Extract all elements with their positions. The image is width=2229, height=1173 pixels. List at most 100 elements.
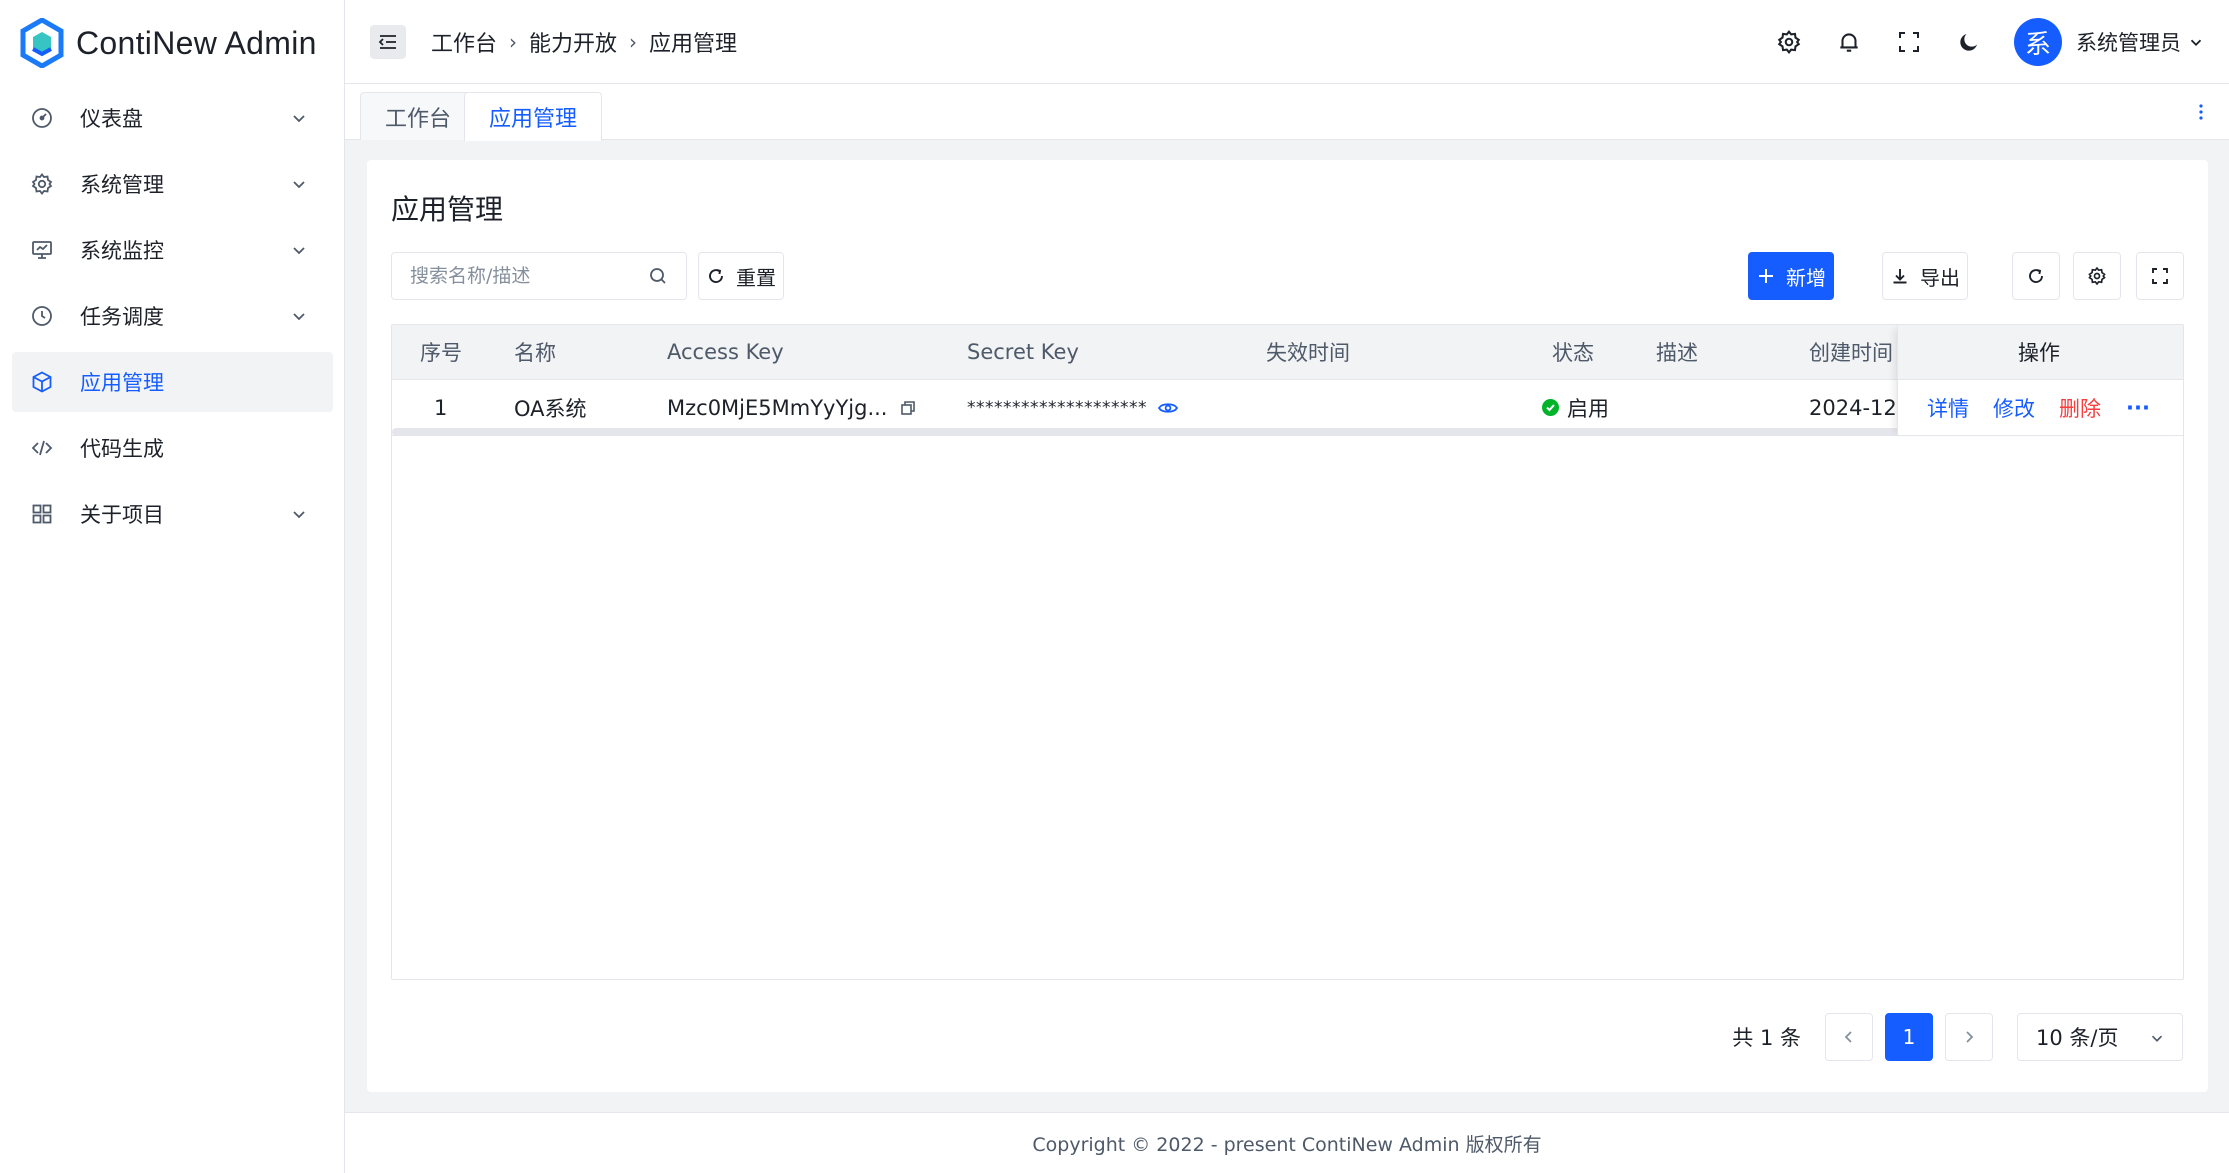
column-header-secret-key: Secret Key — [967, 340, 1079, 364]
column-header-name: 名称 — [514, 341, 556, 365]
breadcrumb-item[interactable]: 工作台 — [431, 26, 497, 58]
footer: Copyright © 2022 - present ContiNew Admi… — [345, 1112, 2229, 1173]
copyright-text: Copyright © 2022 - present ContiNew Admi… — [1032, 1133, 1542, 1156]
breadcrumb-item[interactable]: 能力开放 — [529, 26, 617, 58]
logo[interactable]: ContiNew Admin — [20, 16, 317, 70]
gear-icon — [2088, 266, 2106, 286]
sidebar-item-monitor[interactable]: 系统监控 — [12, 220, 333, 280]
sidebar-item-label: 关于项目 — [80, 503, 164, 527]
status-badge: 启用 — [1567, 396, 1609, 421]
sidebar-item-app-management[interactable]: 应用管理 — [12, 352, 333, 412]
app-title: ContiNew Admin — [76, 24, 317, 61]
code-icon — [30, 436, 54, 460]
horizontal-scrollbar[interactable] — [392, 428, 2037, 436]
logo-icon — [20, 18, 64, 68]
add-button[interactable]: 新增 — [1748, 252, 1834, 300]
more-actions-icon[interactable]: ··· — [2126, 380, 2150, 435]
sidebar-item-dashboard[interactable]: 仪表盘 — [12, 88, 333, 148]
dashboard-icon — [30, 106, 54, 130]
sidebar-item-about[interactable]: 关于项目 — [12, 484, 333, 544]
sidebar-item-label: 仪表盘 — [80, 107, 143, 131]
chevron-down-icon — [293, 247, 305, 255]
breadcrumb-separator-icon: › — [629, 30, 638, 54]
refresh-icon — [709, 269, 723, 283]
chevron-down-icon — [293, 181, 305, 189]
breadcrumb: 工作台 › 能力开放 › 应用管理 — [431, 26, 737, 58]
plus-icon — [1759, 269, 1773, 283]
column-header-index: 序号 — [420, 341, 462, 365]
page-size-select[interactable]: 10 条/页 — [2017, 1013, 2183, 1061]
prev-page-button[interactable] — [1825, 1013, 1873, 1061]
breadcrumb-separator-icon: › — [509, 30, 518, 54]
settings-icon[interactable] — [1774, 27, 1804, 57]
user-name[interactable]: 系统管理员 — [2076, 27, 2181, 57]
chevron-down-icon — [293, 115, 305, 123]
chevron-right-icon — [1966, 1031, 1974, 1043]
refresh-icon — [2029, 269, 2043, 283]
app-table: 序号 名称 Access Key Secret Key 失效时间 状态 描述 创… — [391, 324, 2184, 980]
chevron-down-icon — [2151, 1035, 2163, 1042]
gear-icon — [30, 172, 54, 196]
cell-created-at: 2024-12- — [1809, 395, 1905, 420]
delete-link[interactable]: 删除 — [2059, 380, 2101, 435]
cell-secret-key: ******************** — [967, 380, 1179, 435]
sidebar-item-label: 系统监控 — [80, 239, 164, 263]
column-header-description: 描述 — [1656, 341, 1698, 365]
column-settings-button[interactable] — [2073, 252, 2121, 300]
access-key-value: Mzc0MjE5MmYyYjg... — [667, 395, 888, 420]
pagination-total: 共 1 条 — [1732, 1026, 1801, 1050]
next-page-button[interactable] — [1945, 1013, 1993, 1061]
search-input[interactable] — [410, 265, 650, 287]
actions-row: 详情 修改 删除 ··· — [1898, 380, 2183, 436]
actions-header: 操作 — [1898, 325, 2183, 380]
bell-icon[interactable] — [1834, 27, 1864, 57]
grid-icon — [30, 502, 54, 526]
monitor-icon — [30, 238, 54, 262]
reset-button[interactable]: 重置 — [698, 252, 784, 300]
tab-workbench[interactable]: 工作台 — [360, 92, 477, 140]
cell-name: OA系统 — [514, 396, 587, 421]
chevron-left-icon — [1844, 1031, 1852, 1043]
reset-button-label: 重置 — [736, 265, 776, 290]
clock-icon — [30, 304, 54, 328]
secret-key-value: ******************** — [967, 397, 1147, 418]
detail-link[interactable]: 详情 — [1927, 380, 1969, 435]
export-button[interactable]: 导出 — [1882, 252, 1968, 300]
cell-index: 1 — [434, 395, 448, 420]
page-size-value: 10 条/页 — [2036, 1026, 2119, 1050]
avatar[interactable]: 系 — [2014, 18, 2062, 66]
sidebar-item-label: 系统管理 — [80, 173, 164, 197]
check-circle-icon — [1542, 399, 1559, 416]
sidebar: ContiNew Admin 仪表盘 系统管理 系统监控 任务调度 应用管理 代… — [0, 0, 345, 1173]
menu-collapse-button[interactable] — [370, 25, 406, 59]
search-field[interactable] — [391, 252, 687, 300]
table-fullscreen-button[interactable] — [2136, 252, 2184, 300]
page-button-current[interactable]: 1 — [1885, 1013, 1933, 1061]
more-vertical-icon[interactable] — [2191, 102, 2211, 122]
refresh-button[interactable] — [2012, 252, 2060, 300]
chevron-down-icon[interactable] — [2187, 33, 2205, 51]
top-header: 工作台 › 能力开放 › 应用管理 系 系统管理员 — [345, 0, 2229, 84]
sidebar-item-codegen[interactable]: 代码生成 — [12, 418, 333, 478]
sidebar-item-system[interactable]: 系统管理 — [12, 154, 333, 214]
search-icon[interactable] — [648, 266, 668, 286]
eye-icon[interactable] — [1157, 399, 1179, 417]
fullscreen-icon — [2152, 268, 2168, 284]
download-icon — [1893, 269, 1907, 284]
dark-mode-moon-icon[interactable] — [1954, 27, 1984, 57]
sidebar-item-schedule[interactable]: 任务调度 — [12, 286, 333, 346]
page-title: 应用管理 — [391, 193, 504, 226]
sidebar-item-label: 应用管理 — [80, 371, 164, 395]
tab-app-management[interactable]: 应用管理 — [464, 92, 603, 141]
menu-fold-icon — [378, 35, 396, 49]
copy-icon[interactable] — [899, 399, 917, 417]
sidebar-menu: 仪表盘 系统管理 系统监控 任务调度 应用管理 代码生成 关于项目 — [12, 88, 333, 550]
header-actions: 系 系统管理员 — [1774, 0, 2229, 84]
pagination: 共 1 条 1 10 条/页 — [1732, 1013, 2183, 1061]
edit-link[interactable]: 修改 — [1993, 380, 2035, 435]
fullscreen-icon[interactable] — [1894, 27, 1924, 57]
chevron-down-icon — [293, 511, 305, 519]
cell-access-key: Mzc0MjE5MmYyYjg... — [667, 380, 917, 435]
breadcrumb-item-current: 应用管理 — [649, 32, 738, 57]
column-header-actions: 操作 — [2018, 341, 2060, 365]
